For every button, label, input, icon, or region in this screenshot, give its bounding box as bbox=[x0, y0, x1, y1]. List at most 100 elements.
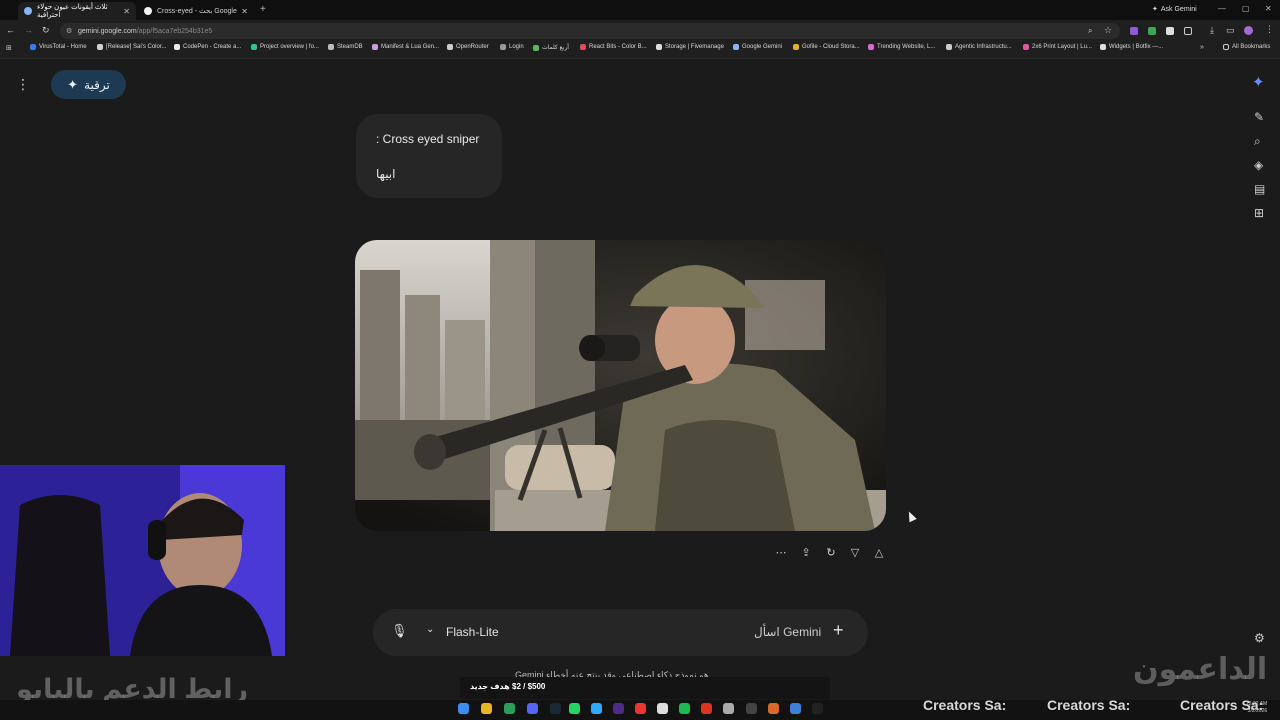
chevron-down-icon[interactable]: ⌄ bbox=[426, 624, 434, 635]
bookmark-label: OpenRouter bbox=[456, 44, 489, 50]
bookmark-label: Agentic Infrastructu... bbox=[955, 44, 1012, 50]
regenerate-icon[interactable]: ↻ bbox=[824, 546, 838, 560]
sparkle-icon: ✦ bbox=[67, 76, 79, 92]
minimize-icon[interactable]: — bbox=[1218, 4, 1226, 13]
app-icon[interactable] bbox=[746, 703, 757, 714]
extension-icon[interactable] bbox=[1148, 27, 1156, 35]
sidebar-icon[interactable]: ▭ bbox=[1226, 25, 1235, 36]
app-icon[interactable] bbox=[790, 703, 801, 714]
bookmark-item[interactable]: OpenRouter bbox=[447, 44, 489, 50]
prompt-input[interactable]: اسأل Gemini bbox=[754, 625, 821, 639]
bookmark-item[interactable]: VirusTotal - Home bbox=[30, 44, 87, 50]
model-selector[interactable]: Flash-Lite bbox=[446, 625, 499, 639]
creators-ticker: Creators Sa: bbox=[923, 697, 1007, 713]
close-window-icon[interactable]: ✕ bbox=[1265, 4, 1272, 13]
app-icon[interactable] bbox=[768, 703, 779, 714]
more-options-icon[interactable]: ⋯ bbox=[774, 546, 788, 560]
bookmark-item[interactable]: Google Gemini bbox=[733, 44, 782, 50]
bookmark-item[interactable]: CodePen - Create a... bbox=[174, 44, 241, 50]
prompt-input-bar[interactable]: 🎙 ⌄ Flash-Lite اسأل Gemini + bbox=[373, 609, 868, 656]
bookmark-item[interactable]: Gofile - Cloud Stora... bbox=[793, 44, 860, 50]
bookmark-item[interactable]: أربع كلمات bbox=[533, 44, 569, 51]
menu-kebab-icon[interactable]: ⋮ bbox=[16, 76, 30, 93]
app-icon[interactable] bbox=[812, 703, 823, 714]
generated-image[interactable] bbox=[355, 240, 886, 531]
library-icon[interactable]: ▤ bbox=[1254, 182, 1265, 196]
discord-icon[interactable] bbox=[527, 703, 538, 714]
bookmark-label: Storage | Fivemanage bbox=[665, 44, 724, 50]
spotify-icon[interactable] bbox=[679, 703, 690, 714]
thumbs-up-icon[interactable]: △ bbox=[872, 546, 886, 560]
sniper-image-illustration bbox=[355, 240, 886, 531]
obs-icon[interactable] bbox=[657, 703, 668, 714]
file-explorer-icon[interactable] bbox=[481, 703, 492, 714]
app-icon[interactable] bbox=[701, 703, 712, 714]
apps-grid-icon[interactable]: ⊞ bbox=[6, 44, 12, 52]
app-icon[interactable] bbox=[635, 703, 646, 714]
microphone-icon[interactable]: 🎙 bbox=[391, 623, 408, 639]
bookmark-item[interactable]: Login bbox=[500, 44, 524, 50]
system-clock[interactable]: 12:22 AM 3/2/2026 bbox=[1246, 701, 1267, 715]
bookmark-item[interactable]: Trending Website, L... bbox=[868, 44, 935, 50]
add-attachment-icon[interactable]: + bbox=[833, 620, 844, 641]
bookmark-label: Login bbox=[509, 44, 524, 50]
chrome-icon[interactable] bbox=[504, 703, 515, 714]
new-tab-button[interactable]: + bbox=[260, 4, 266, 15]
creators-ticker: Creators Sa: bbox=[1047, 697, 1131, 713]
whatsapp-icon[interactable] bbox=[569, 703, 580, 714]
bookmark-item[interactable]: Manifest & Lua Gen... bbox=[372, 44, 439, 50]
bookmark-item[interactable]: Project overview | fo... bbox=[251, 44, 319, 50]
close-tab-icon[interactable]: ✕ bbox=[241, 7, 248, 16]
search-icon[interactable]: ⌕ bbox=[1254, 134, 1261, 149]
share-icon[interactable]: ⇪ bbox=[799, 546, 813, 560]
bookmark-item[interactable]: Agentic Infrastructu... bbox=[946, 44, 1012, 50]
forward-icon[interactable]: → bbox=[24, 25, 33, 35]
tab-google-search[interactable]: Cross-eyed - بحث Google ✕ bbox=[138, 2, 254, 20]
bookmark-label: Gofile - Cloud Stora... bbox=[802, 44, 860, 50]
bookmark-label: Trending Website, L... bbox=[877, 44, 936, 50]
reload-icon[interactable]: ↻ bbox=[42, 25, 50, 36]
bookmark-item[interactable]: 2x6 Print Layout | Lu... bbox=[1023, 44, 1092, 50]
url-path: /app/f5aca7eb254b31e5 bbox=[136, 27, 213, 35]
zoom-icon[interactable]: ⌕ bbox=[1088, 26, 1092, 36]
menu-kebab-icon[interactable]: ⋮ bbox=[1265, 24, 1274, 35]
steam-icon[interactable] bbox=[550, 703, 561, 714]
bookmark-item[interactable]: SteamDB bbox=[328, 44, 363, 50]
site-info-icon[interactable]: ⚙ bbox=[66, 27, 72, 35]
gemini-sparkle-icon[interactable]: ✦ bbox=[1252, 73, 1265, 91]
bookmarks-overflow-icon[interactable]: » bbox=[1200, 44, 1204, 51]
bookmark-label: React Bits - Color B... bbox=[589, 44, 647, 50]
extensions-puzzle-icon[interactable] bbox=[1184, 27, 1192, 35]
gems-icon[interactable]: ◈ bbox=[1254, 158, 1263, 172]
profile-avatar[interactable] bbox=[1244, 26, 1253, 35]
donation-goal-widget: هدف جديد $2 / $500 bbox=[460, 677, 830, 699]
extension-icon[interactable] bbox=[1166, 27, 1174, 35]
settings-gear-icon[interactable]: ⚙ bbox=[1254, 631, 1265, 645]
goal-label: هدف جديد bbox=[470, 682, 510, 691]
thumbs-down-icon[interactable]: ▽ bbox=[848, 546, 862, 560]
ask-gemini-button[interactable]: ✦ Ask Gemini bbox=[1152, 5, 1197, 14]
bookmark-item[interactable]: React Bits - Color B... bbox=[580, 44, 647, 50]
close-tab-icon[interactable]: ✕ bbox=[123, 7, 130, 16]
photoshop-icon[interactable] bbox=[591, 703, 602, 714]
all-bookmarks[interactable]: All Bookmarks bbox=[1223, 44, 1270, 50]
bookmark-item[interactable]: [Release] Sai's Color... bbox=[97, 44, 167, 50]
upgrade-button[interactable]: ✦ ترقية bbox=[51, 70, 126, 99]
apps-icon[interactable]: ⊞ bbox=[1254, 206, 1264, 220]
download-icon[interactable]: ⤓ bbox=[1210, 25, 1214, 36]
bookmark-label: All Bookmarks bbox=[1232, 44, 1271, 50]
app-icon[interactable] bbox=[723, 703, 734, 714]
address-bar[interactable]: gemini.google.com/app/f5aca7eb254b31e5 bbox=[60, 23, 1120, 39]
app-icon[interactable] bbox=[613, 703, 624, 714]
bookmark-item[interactable]: Storage | Fivemanage bbox=[656, 44, 724, 50]
start-icon[interactable] bbox=[458, 703, 469, 714]
bookmark-item[interactable]: Widgets | Botfix —... bbox=[1100, 44, 1163, 50]
back-icon[interactable]: ← bbox=[6, 25, 15, 35]
tab-active[interactable]: ثلاث أيقونات عيون حولاء احترافية ✕ bbox=[18, 2, 136, 20]
extension-icon[interactable] bbox=[1130, 27, 1138, 35]
bookmark-label: Widgets | Botfix —... bbox=[1109, 44, 1164, 50]
bookmark-label: أربع كلمات bbox=[542, 45, 569, 51]
maximize-icon[interactable]: ▢ bbox=[1242, 4, 1250, 13]
new-chat-icon[interactable]: ✎ bbox=[1254, 110, 1264, 124]
bookmark-star-icon[interactable]: ☆ bbox=[1104, 25, 1112, 36]
